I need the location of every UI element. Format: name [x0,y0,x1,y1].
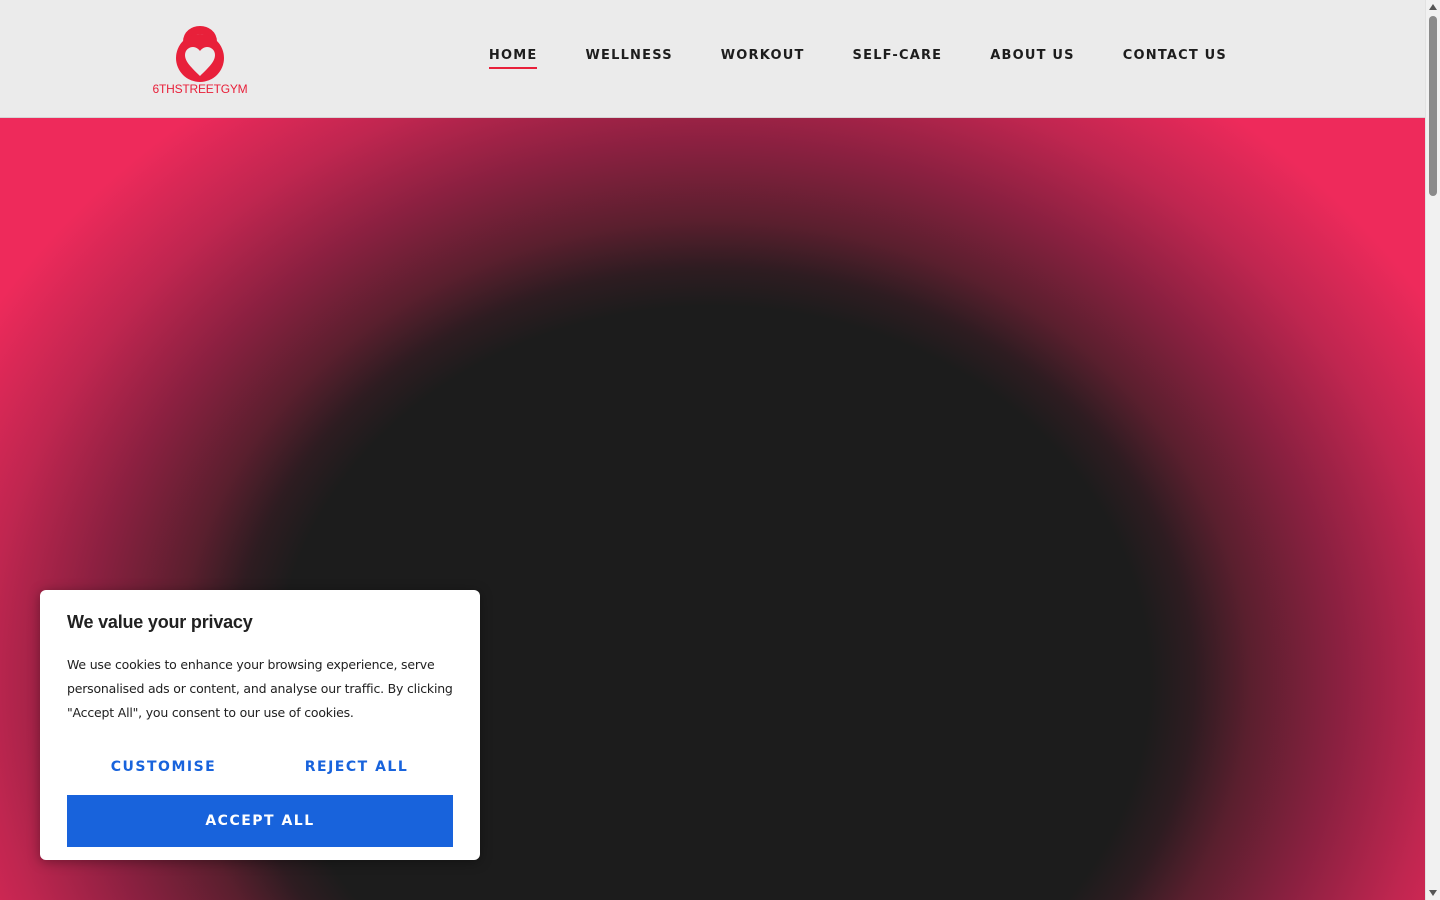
nav-home[interactable]: HOME [488,48,538,69]
nav-contact-us[interactable]: CONTACT US [1123,48,1227,67]
nav-workout[interactable]: WORKOUT [721,48,805,67]
site-logo[interactable]: 6THSTREETGYM [150,20,250,100]
cookie-title: We value your privacy [67,612,253,632]
cookie-description: We use cookies to enhance your browsing … [67,657,453,720]
scroll-down-arrow-icon[interactable] [1429,890,1437,896]
nav-wellness[interactable]: WELLNESS [585,48,672,67]
accept-all-button[interactable]: ACCEPT ALL [67,795,453,847]
main-nav: HOME WELLNESS WORKOUT SELF-CARE ABOUT US… [441,48,1227,69]
page-scrollbar[interactable] [1425,0,1440,900]
cookie-consent-banner: We value your privacy We use cookies to … [40,590,480,860]
scroll-thumb[interactable] [1429,16,1437,196]
nav-about-us[interactable]: ABOUT US [990,48,1075,67]
kettlebell-heart-icon [176,26,224,82]
customise-button[interactable]: CUSTOMISE [67,755,260,779]
logo-text: 6THSTREETGYM [152,82,248,96]
cookie-secondary-actions: CUSTOMISE REJECT ALL [67,755,453,779]
scroll-up-arrow-icon[interactable] [1429,4,1437,10]
reject-all-button[interactable]: REJECT ALL [260,755,453,779]
site-header: 6THSTREETGYM HOME WELLNESS WORKOUT SELF-… [0,0,1425,118]
nav-self-care[interactable]: SELF-CARE [853,48,943,67]
